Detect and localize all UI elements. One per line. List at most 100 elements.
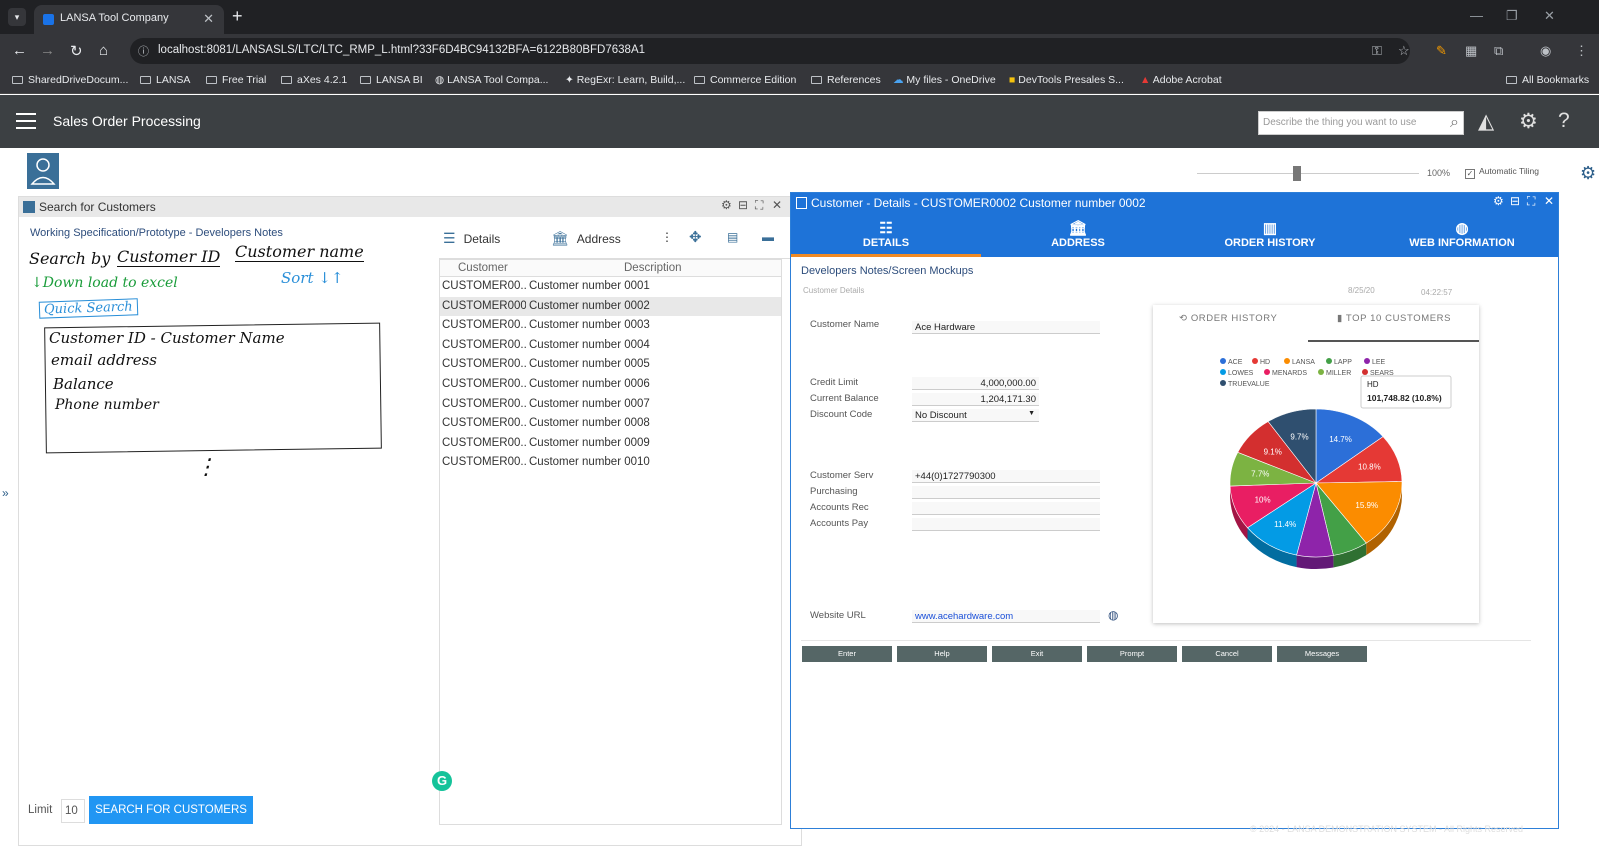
more-options-icon[interactable]: ⋮ <box>661 230 673 244</box>
bookmark-item[interactable]: ✦ RegExr: Learn, Build,... <box>565 74 685 86</box>
back-icon[interactable]: ← <box>12 42 27 59</box>
hamburger-menu-icon[interactable] <box>16 113 36 129</box>
move-icon[interactable]: ✥ <box>689 228 702 246</box>
purchasing-field[interactable] <box>912 486 1100 499</box>
minimize-icon[interactable]: — <box>1470 8 1483 23</box>
column-header-customer[interactable]: Customer <box>458 262 508 274</box>
cancel-button[interactable]: Cancel <box>1182 646 1272 662</box>
legend-item[interactable]: LOWES <box>1220 369 1254 377</box>
legend-item[interactable]: ACE <box>1220 358 1243 366</box>
accounts-pay-field[interactable] <box>912 518 1100 531</box>
accounts-rec-field[interactable] <box>912 502 1100 515</box>
panel-maximize-icon[interactable]: ⛶ <box>755 198 763 213</box>
restore-icon[interactable]: ❐ <box>1506 8 1518 24</box>
bookmark-star-icon[interactable]: ☆ <box>1398 43 1410 59</box>
current-balance-field[interactable]: 1,204,171.30 <box>912 393 1039 406</box>
search-for-customers-button[interactable]: SEARCH FOR CUSTOMERS <box>89 796 253 824</box>
bookmark-item[interactable]: SharedDriveDocum... <box>12 74 128 86</box>
legend-item[interactable]: TRUEVALUE <box>1220 380 1270 388</box>
tile-icon[interactable]: ▬ <box>762 230 774 244</box>
bookmark-item[interactable]: LANSA <box>140 74 190 86</box>
all-bookmarks[interactable]: All Bookmarks <box>1506 74 1589 86</box>
app-search-input[interactable]: Describe the thing you want to use ⌕ <box>1258 111 1464 135</box>
help-button[interactable]: Help <box>897 646 987 662</box>
layout-settings-gear-icon[interactable]: ⚙ <box>1580 163 1596 184</box>
expand-side-panel-icon[interactable]: » <box>2 486 9 500</box>
panel-close-icon[interactable]: ✕ <box>772 198 782 212</box>
bookmark-item[interactable]: ■ DevTools Presales S... <box>1009 74 1124 86</box>
list-item[interactable]: CUSTOMER00... Customer number 0010 <box>440 453 781 472</box>
reload-icon[interactable]: ↻ <box>70 42 83 60</box>
bookmark-item[interactable]: Free Trial <box>206 74 266 86</box>
close-tab-icon[interactable]: ✕ <box>203 11 214 27</box>
legend-item[interactable]: HD <box>1252 358 1270 366</box>
panel-maximize-icon[interactable]: ⛶ <box>1527 194 1535 209</box>
zoom-slider-handle[interactable] <box>1293 166 1301 181</box>
legend-item[interactable]: LAPP <box>1326 358 1352 366</box>
tab-address[interactable]: 🏛 ADDRESS <box>983 213 1173 257</box>
tab-search-icon[interactable]: ▾ <box>8 8 26 26</box>
details-tool-button[interactable]: ☰ Details <box>443 230 500 247</box>
panel-minimize-icon[interactable]: ⊟ <box>738 198 748 212</box>
credit-limit-field[interactable]: 4,000,000.00 <box>912 377 1039 390</box>
list-item[interactable]: CUSTOMER00... Customer number 0007 <box>440 395 781 414</box>
legend-item[interactable]: MILLER <box>1318 369 1351 377</box>
bookmark-item[interactable]: LANSA BI <box>360 74 423 86</box>
limit-input[interactable]: 10 <box>61 799 85 823</box>
panel-settings-icon[interactable]: ⚙ <box>1493 194 1504 208</box>
automatic-tiling-checkbox[interactable]: ✓ Automatic Tiling <box>1465 166 1539 179</box>
address-bar[interactable]: ⓘ localhost:8081/LANSASLS/LTC/LTC_RMP_L.… <box>130 38 1410 64</box>
settings-gear-icon[interactable]: ⚙ <box>1519 109 1538 134</box>
profile-avatar-icon[interactable]: ◉ <box>1540 43 1551 59</box>
document-icon[interactable]: ▤ <box>727 230 738 244</box>
list-item-selected[interactable]: CUSTOMER0002 Customer number 0002 <box>440 296 781 316</box>
bookmark-item[interactable]: ◍ LANSA Tool Compa... <box>435 74 548 86</box>
forward-icon[interactable]: → <box>40 42 55 59</box>
customer-name-field[interactable]: Ace Hardware <box>912 321 1100 334</box>
bookmark-item[interactable]: aXes 4.2.1 <box>281 74 347 86</box>
panel-minimize-icon[interactable]: ⊟ <box>1510 194 1520 208</box>
chart-tab-top-10-customers[interactable]: ▮ TOP 10 CUSTOMERS <box>1337 313 1451 324</box>
grammarly-icon[interactable]: G <box>432 771 452 791</box>
globe-icon[interactable]: ◍ <box>1108 608 1118 622</box>
customer-serv-field[interactable]: +44(0)1727790300 <box>912 470 1100 483</box>
bookmark-item[interactable]: ☁ My files - OneDrive <box>893 74 996 86</box>
tab-details[interactable]: ☷ DETAILS <box>791 213 981 257</box>
panel-settings-icon[interactable]: ⚙ <box>721 198 732 212</box>
bell-icon[interactable]: ◭ <box>1478 109 1494 134</box>
address-tool-button[interactable]: 🏛 Address <box>551 230 621 247</box>
extension-grid-icon[interactable]: ▦ <box>1465 43 1477 59</box>
prompt-button[interactable]: Prompt <box>1087 646 1177 662</box>
column-header-description[interactable]: Description <box>624 262 682 274</box>
website-url-field[interactable]: www.acehardware.com <box>912 610 1100 623</box>
chart-tab-order-history[interactable]: ⟲ ORDER HISTORY <box>1179 313 1277 324</box>
enter-button[interactable]: Enter <box>802 646 892 662</box>
tab-order-history[interactable]: ▥ ORDER HISTORY <box>1175 213 1365 257</box>
panel-close-icon[interactable]: ✕ <box>1544 194 1554 208</box>
legend-item[interactable]: LANSA <box>1284 358 1315 366</box>
extensions-puzzle-icon[interactable]: ⧉ <box>1494 43 1503 59</box>
bookmark-item[interactable]: References <box>811 74 881 86</box>
list-item[interactable]: CUSTOMER00... Customer number 0006 <box>440 375 781 394</box>
new-tab-icon[interactable]: + <box>232 6 243 27</box>
discount-code-select[interactable]: No Discount ▼ <box>912 409 1039 422</box>
tab-web-information[interactable]: ◍ WEB INFORMATION <box>1367 213 1557 257</box>
messages-button[interactable]: Messages <box>1277 646 1367 662</box>
user-avatar[interactable] <box>27 153 59 189</box>
list-item[interactable]: CUSTOMER00... Customer number 0005 <box>440 355 781 374</box>
list-item[interactable]: CUSTOMER00... Customer number 0001 <box>440 277 781 296</box>
browser-menu-icon[interactable]: ⋮ <box>1575 43 1588 59</box>
help-icon[interactable]: ? <box>1558 109 1570 133</box>
zoom-slider-track[interactable] <box>1197 173 1419 174</box>
exit-button[interactable]: Exit <box>992 646 1082 662</box>
legend-item[interactable]: LEE <box>1364 358 1386 366</box>
close-window-icon[interactable]: ✕ <box>1544 8 1555 24</box>
password-key-icon[interactable]: ⚿ <box>1372 43 1382 59</box>
browser-tab[interactable]: LANSA Tool Company ✕ <box>34 5 224 34</box>
list-item[interactable]: CUSTOMER00... Customer number 0009 <box>440 434 781 453</box>
search-icon[interactable]: ⌕ <box>1450 114 1459 132</box>
extension-icon[interactable]: ✎ <box>1436 43 1447 59</box>
home-icon[interactable]: ⌂ <box>99 42 108 59</box>
list-item[interactable]: CUSTOMER00... Customer number 0003 <box>440 316 781 335</box>
list-item[interactable]: CUSTOMER00... Customer number 0008 <box>440 414 781 433</box>
